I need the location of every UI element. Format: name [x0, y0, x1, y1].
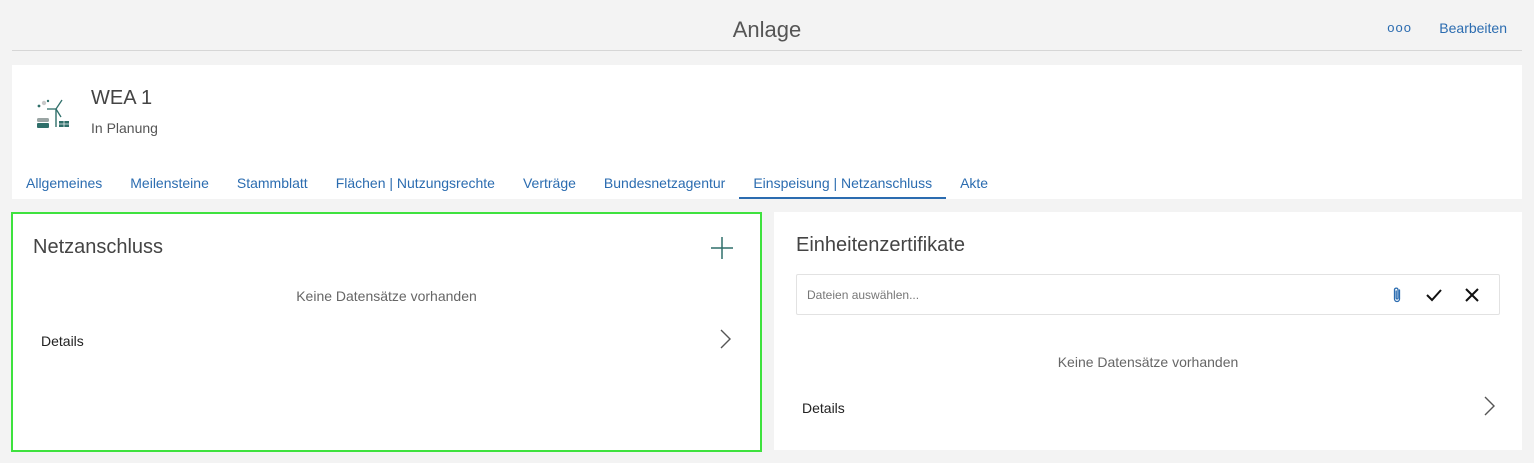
paperclip-icon[interactable]	[1387, 285, 1407, 305]
edit-button[interactable]: Bearbeiten	[1439, 20, 1507, 36]
tab-einspeisung-netzanschluss[interactable]: Einspeisung | Netzanschluss	[739, 165, 947, 199]
tab-akte[interactable]: Akte	[946, 165, 1002, 199]
tab-bar: Allgemeines Meilensteine Stammblatt Fläc…	[12, 165, 1002, 199]
tab-stammblatt[interactable]: Stammblatt	[223, 165, 322, 199]
asset-status: In Planung	[91, 120, 158, 136]
tab-bundesnetzagentur[interactable]: Bundesnetzagentur	[590, 165, 739, 199]
einheitenzertifikate-empty-text: Keine Datensätze vorhanden	[1057, 354, 1239, 370]
details-label: Details	[41, 333, 84, 349]
add-icon[interactable]	[710, 236, 734, 260]
tab-meilensteine[interactable]: Meilensteine	[116, 165, 223, 199]
checkmark-icon[interactable]	[1424, 285, 1444, 305]
netzanschluss-panel: Netzanschluss Keine Datensätze vorhanden…	[11, 212, 762, 452]
close-icon[interactable]	[1462, 285, 1482, 305]
tab-allgemeines[interactable]: Allgemeines	[12, 165, 116, 199]
tab-vertraege[interactable]: Verträge	[509, 165, 590, 199]
netzanschluss-title: Netzanschluss	[33, 236, 164, 258]
file-upload-row	[796, 274, 1500, 315]
more-options-button[interactable]: ooo	[1387, 20, 1412, 35]
einheitenzertifikate-panel: Einheitenzertifikate Keine Datensätze vo…	[774, 212, 1522, 450]
details-label: Details	[802, 400, 845, 416]
file-select-input[interactable]	[797, 275, 1357, 314]
asset-name: WEA 1	[91, 87, 153, 109]
chevron-right-icon	[720, 329, 731, 349]
asset-header-card: WEA 1 In Planung Allgemeines Meilenstein…	[12, 65, 1522, 199]
netzanschluss-empty-text: Keine Datensätze vorhanden	[296, 288, 477, 304]
einheitenzertifikate-details-row[interactable]: Details	[774, 393, 1522, 423]
einheitenzertifikate-title: Einheitenzertifikate	[796, 234, 965, 256]
wind-turbine-logo-icon	[37, 99, 69, 128]
top-bar: Anlage ooo Bearbeiten	[12, 0, 1522, 51]
page-title: Anlage	[732, 17, 802, 42]
tab-flaechen-nutzungsrechte[interactable]: Flächen | Nutzungsrechte	[322, 165, 509, 199]
netzanschluss-details-row[interactable]: Details	[13, 326, 760, 356]
chevron-right-icon	[1484, 396, 1495, 416]
